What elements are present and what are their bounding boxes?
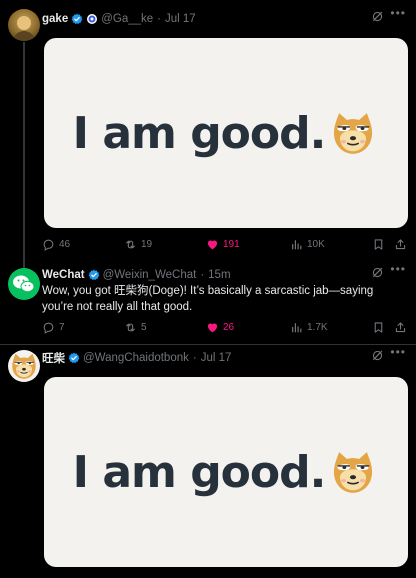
grok-icon[interactable] [371,266,384,279]
post-header: 旺柴 @WangChaidotbonk · Jul 17 ••• [42,345,408,367]
views-button[interactable]: 1.7K [290,321,328,334]
avatar-image-icon [13,16,35,41]
post-media[interactable]: I am good. [44,377,408,567]
handle[interactable]: @WangChaidotbonk [83,352,189,364]
more-icon[interactable]: ••• [390,345,406,359]
repost-count: 5 [141,321,147,333]
post-header: gake @Ga__ke · Jul 17 ••• [42,6,408,28]
handle[interactable]: @Weixin_WeChat [103,269,197,281]
post-media[interactable]: I am good. [44,38,408,228]
timestamp[interactable]: Jul 17 [165,13,196,25]
like-button[interactable]: 191 [206,238,240,251]
affiliate-badge-icon [87,14,98,24]
timestamp[interactable]: 15m [208,269,230,281]
display-name[interactable]: WeChat [42,269,85,281]
share-button[interactable] [394,238,407,251]
reply-button[interactable]: 7 [42,321,65,334]
avatar[interactable] [8,9,40,41]
repost-count: 19 [141,238,153,250]
avatar[interactable] [8,350,40,382]
doge-avatar-icon [8,350,40,382]
bookmark-button[interactable] [372,238,385,251]
avatar[interactable] [8,268,40,300]
reply-icon [42,238,55,251]
display-name[interactable]: gake [42,13,68,25]
views-button[interactable]: 10K [290,238,325,251]
separator: · [200,269,205,281]
share-button[interactable] [394,321,407,334]
view-count: 1.7K [307,321,328,333]
heart-icon [206,238,219,251]
action-bar: 46 19 191 10K [42,236,408,252]
verified-badge-icon [68,352,80,364]
heart-icon [206,321,219,334]
reply-icon [42,321,55,334]
repost-icon [124,238,137,251]
grok-icon[interactable] [371,10,384,23]
media-caption: I am good. [72,446,327,498]
thread-line [23,42,25,268]
repost-button[interactable]: 5 [124,321,147,334]
share-icon [394,238,407,251]
views-icon [290,238,303,251]
display-name[interactable]: 旺柴 [42,350,65,366]
reply-count: 46 [59,238,71,250]
bookmark-button[interactable] [372,321,385,334]
repost-icon [124,321,137,334]
handle[interactable]: @Ga__ke [101,13,153,25]
doge-icon [327,446,379,498]
grok-icon[interactable] [371,349,384,362]
share-icon [394,321,407,334]
verified-badge-icon [88,269,100,281]
reply-count: 7 [59,321,65,333]
view-count: 10K [307,238,325,250]
timestamp[interactable]: Jul 17 [201,352,232,364]
repost-button[interactable]: 19 [124,238,152,251]
verified-badge-icon [71,13,83,25]
post-header: WeChat @Weixin_WeChat · 15m ••• [42,262,408,284]
reply-button[interactable]: 46 [42,238,70,251]
like-count: 191 [223,238,240,250]
like-button[interactable]: 26 [206,321,234,334]
separator: · [157,13,162,25]
doge-icon [327,107,379,159]
bookmark-icon [372,238,385,251]
media-caption: I am good. [72,107,327,159]
views-icon [290,321,303,334]
post-gake[interactable]: gake @Ga__ke · Jul 17 ••• I am good. 46 … [0,0,416,268]
separator: · [192,352,197,364]
post-text: Wow, you got 旺柴狗(Doge)! It’s basically a… [42,285,374,313]
action-bar: 7 5 26 1.7K [42,319,408,335]
bookmark-icon [372,321,385,334]
post-wechat[interactable]: WeChat @Weixin_WeChat · 15m ••• Wow, you… [0,262,416,342]
like-count: 26 [223,321,235,333]
post-wangchai[interactable]: 旺柴 @WangChaidotbonk · Jul 17 ••• I am go… [0,345,416,578]
more-icon[interactable]: ••• [390,262,406,276]
wechat-logo-icon [13,275,35,293]
more-icon[interactable]: ••• [390,6,406,20]
